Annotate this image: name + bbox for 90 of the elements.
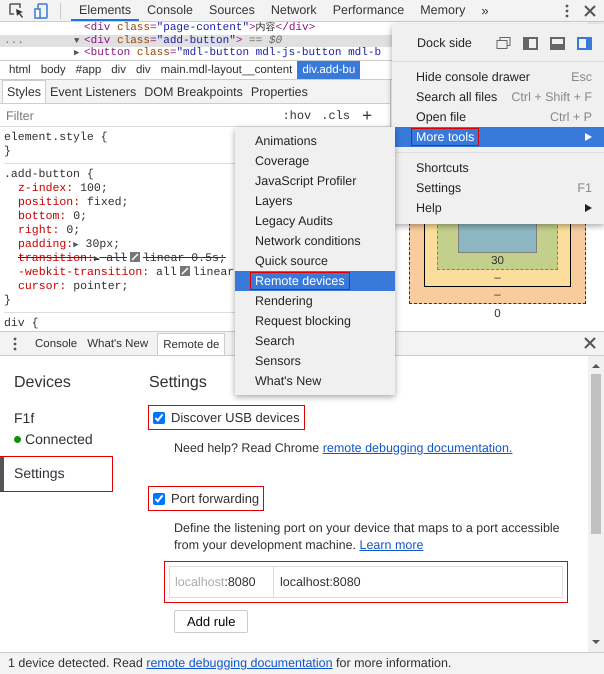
breadcrumb[interactable]: main.mdl-layout__content: [156, 61, 298, 79]
css-declaration: padding:▶ 30px;: [18, 238, 120, 252]
css-declaration: right: 0;: [18, 224, 80, 238]
documentation-link[interactable]: remote debugging documentation.: [322, 441, 512, 455]
scrollbar[interactable]: [588, 356, 604, 652]
learn-more-link[interactable]: Learn more: [360, 538, 424, 552]
menu-item[interactable]: Request blocking: [235, 311, 395, 331]
filter-field[interactable]: Filter: [4, 108, 272, 124]
status-text: 1 device detected. Read remote debugging documentation for more information.: [0, 652, 604, 674]
breadcrumb[interactable]: div: [106, 61, 131, 79]
device-status: Connected: [25, 431, 93, 447]
class-button[interactable]: .cls: [321, 109, 350, 123]
css-selector: div {: [4, 317, 39, 331]
menu-item[interactable]: More tools: [392, 127, 604, 147]
sidebar-tab[interactable]: DOM Breakpoints: [140, 81, 247, 103]
css-declaration: cursor: pointer;: [18, 280, 128, 294]
device-port-field[interactable]: localhost:8080: [170, 567, 274, 597]
css-brace: }: [4, 294, 11, 308]
css-declaration: bottom: 0;: [18, 210, 88, 224]
menu-item[interactable]: Search all files Ctrl + Shift + F: [392, 87, 604, 107]
sidebar-tab[interactable]: Properties: [246, 81, 312, 103]
easing-icon[interactable]: [180, 266, 190, 276]
panel-tab[interactable]: Performance: [324, 0, 412, 21]
more-tabs-button[interactable]: »: [473, 3, 497, 18]
position-value: 0: [494, 308, 501, 320]
dock-right-icon[interactable]: [577, 36, 592, 50]
menu-item[interactable]: Settings F1: [392, 178, 604, 198]
description-text: Define the listening port on your device that maps to a port accessible from your development machine. Learn more: [173, 520, 561, 554]
menu-item[interactable]: Hide console drawer Esc: [392, 67, 604, 87]
css-selector: element.style {: [4, 131, 108, 145]
documentation-link[interactable]: remote debugging documentation: [146, 656, 333, 670]
breadcrumb[interactable]: div.add-bu: [297, 61, 360, 79]
dock-bottom-icon[interactable]: [550, 36, 565, 50]
inspect-icon[interactable]: [9, 2, 25, 18]
menu-item[interactable]: Sensors: [235, 351, 395, 371]
breadcrumb[interactable]: div: [130, 61, 156, 79]
menu-item[interactable]: Shortcuts: [392, 158, 604, 178]
menu-item[interactable]: Animations: [235, 131, 395, 151]
local-address-field[interactable]: localhost:8080: [274, 575, 361, 589]
menu-item[interactable]: Rendering: [235, 291, 395, 311]
drawer-tab[interactable]: What's New: [82, 333, 154, 355]
checkbox-label[interactable]: Port forwarding: [171, 491, 260, 506]
menu-item[interactable]: Search: [235, 331, 395, 351]
close-icon[interactable]: [584, 4, 596, 16]
menu-item[interactable]: Quick source: [235, 251, 395, 271]
css-declaration: z-index: 100;: [18, 182, 108, 196]
padding-value: 30: [491, 254, 504, 269]
sidebar-tab[interactable]: Event Listeners: [46, 81, 140, 103]
checkbox-label[interactable]: Discover USB devices: [171, 410, 300, 425]
close-icon[interactable]: [584, 337, 596, 349]
dock-undock-icon[interactable]: [496, 36, 511, 50]
panel-tab[interactable]: Network: [262, 0, 325, 21]
menu-item[interactable]: Open file Ctrl + P: [392, 107, 604, 127]
css-declaration: position: fixed;: [18, 196, 128, 210]
css-brace: }: [4, 145, 11, 159]
menu-item[interactable]: JavaScript Profiler: [235, 171, 395, 191]
checkbox[interactable]: [153, 492, 165, 504]
sidebar-item[interactable]: Settings: [0, 457, 112, 491]
menu-item[interactable]: Coverage: [235, 151, 395, 171]
devices-title: Devices: [13, 374, 72, 392]
new-rule-button[interactable]: +: [362, 106, 372, 126]
panel-tab[interactable]: Sources: [200, 0, 263, 21]
css-declaration: -webkit-transition: all linear: [18, 266, 234, 280]
drawer-tab[interactable]: Console: [30, 333, 82, 355]
menu-item[interactable]: Network conditions: [235, 231, 395, 251]
drawer-tab[interactable]: Remote de: [157, 333, 226, 355]
margin-value: –: [494, 288, 501, 303]
menu-item[interactable]: Layers: [235, 191, 395, 211]
device-toolbar-icon[interactable]: [34, 2, 50, 18]
breadcrumb[interactable]: html: [4, 61, 36, 79]
easing-icon[interactable]: [130, 252, 140, 262]
css-selector: .add-button {: [4, 168, 94, 182]
dock-left-icon[interactable]: [523, 36, 538, 50]
menu-item[interactable]: Help: [392, 198, 604, 218]
breadcrumb[interactable]: body: [36, 61, 71, 79]
menu-item[interactable]: Remote devices: [235, 271, 395, 291]
border-value: –: [494, 271, 501, 286]
menu-item[interactable]: Legacy Audits: [235, 211, 395, 231]
device-name[interactable]: F1f: [0, 410, 140, 426]
hover-state-button[interactable]: :hov: [282, 109, 312, 123]
sidebar-tab[interactable]: Styles: [2, 80, 46, 103]
panel-tab[interactable]: Console: [139, 0, 201, 21]
panel-tab[interactable]: Memory: [412, 0, 474, 21]
help-text: Need help? Read Chrome remote debugging documentation.: [173, 441, 514, 455]
settings-title: Settings: [149, 374, 207, 392]
dock-side-label: Dock side: [417, 36, 473, 50]
add-rule-button[interactable]: Add rule: [174, 610, 248, 633]
checkbox[interactable]: [153, 412, 165, 424]
breadcrumb[interactable]: #app: [70, 61, 106, 79]
menu-item[interactable]: What's New: [235, 371, 395, 391]
